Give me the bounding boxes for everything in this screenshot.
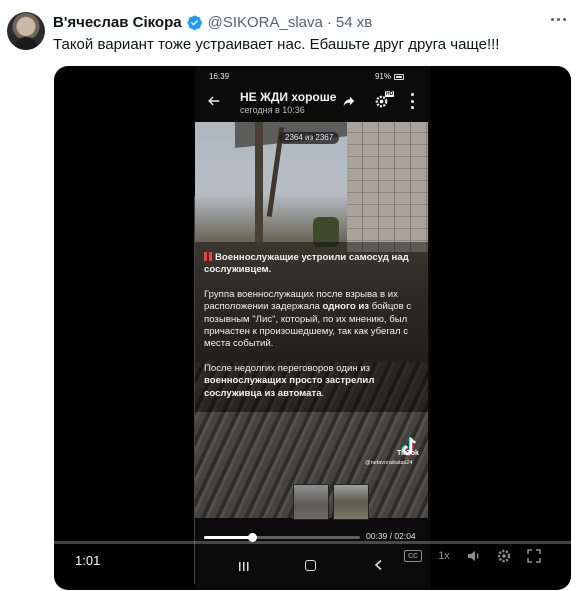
twitter-progress-bar[interactable] xyxy=(54,541,571,544)
thumbnails xyxy=(293,484,369,520)
tiktok-label: TikTok xyxy=(397,450,419,457)
status-right: 91% xyxy=(375,72,404,81)
verified-icon xyxy=(187,15,202,30)
phone-screenshot: 16:39 91% НЕ ЖДИ хороше сегодня в 10:36 xyxy=(195,66,430,590)
more-icon[interactable] xyxy=(545,8,571,30)
avatar[interactable] xyxy=(7,12,45,50)
channel-subtitle: сегодня в 10:36 xyxy=(240,105,305,115)
back-arrow-icon xyxy=(208,96,220,106)
caption-paragraph-1: Группа военнослужащих после взрыва в их … xyxy=(204,288,412,350)
channel-title: НЕ ЖДИ хороше xyxy=(240,90,337,104)
inner-progress-fill xyxy=(204,536,253,539)
video-player[interactable]: 16:39 91% НЕ ЖДИ хороше сегодня в 10:36 xyxy=(54,66,571,590)
status-time: 16:39 xyxy=(209,72,230,81)
tree xyxy=(255,122,263,242)
settings-gear-icon[interactable] xyxy=(496,548,512,564)
tweet-header: В'ячеслав Сікора @SIKORA_slava · 54 хв xyxy=(53,12,372,32)
phone-status-bar: 16:39 91% xyxy=(195,68,430,84)
battery-text: 91% xyxy=(374,72,391,81)
volume-icon[interactable] xyxy=(466,548,482,564)
duration: 02:04 xyxy=(394,531,416,541)
playback-rate-button[interactable]: 1x xyxy=(436,548,452,564)
kebab-icon xyxy=(409,93,415,109)
app-bar: НЕ ЖДИ хороше сегодня в 10:36 HD xyxy=(195,88,430,122)
share-icon xyxy=(343,96,355,107)
post-caption: Военнослужащие устроили самосуд над сосл… xyxy=(204,252,422,412)
twitter-video-time: 1:01 xyxy=(75,553,101,568)
fullscreen-icon[interactable] xyxy=(526,548,542,564)
thumbnail-image xyxy=(333,484,369,520)
tiktok-icon xyxy=(401,437,416,457)
inner-video-time: 00:39 / 02:04 xyxy=(366,531,416,541)
caption-paragraph-2: После недолгих переговоров один из военн… xyxy=(204,362,375,399)
thumbnail-image xyxy=(293,484,329,520)
battery-icon xyxy=(394,73,404,80)
current-time: 00:39 xyxy=(366,531,388,541)
captions-button[interactable]: CC xyxy=(404,550,422,562)
separator-dot: · xyxy=(326,13,332,31)
caption-title: Военнослужащие устроили самосуд над сосл… xyxy=(204,252,422,277)
author-handle[interactable]: @SIKORA_slava xyxy=(208,14,323,31)
twitter-player-controls: CC 1x xyxy=(404,548,542,564)
inner-progress-track[interactable] xyxy=(204,533,360,542)
author-name[interactable]: В'ячеслав Сікора xyxy=(53,14,182,31)
tweet-time[interactable]: 54 хв xyxy=(336,14,372,31)
hd-badge: HD xyxy=(385,91,395,97)
brick-wall xyxy=(347,122,428,252)
tweet: В'ячеслав Сікора @SIKORA_slava · 54 хв Т… xyxy=(0,0,579,591)
image-counter: 2364 из 2367 xyxy=(279,132,340,144)
tiktok-username: @netavoraikatas24 xyxy=(365,460,413,466)
tweet-text: Такой вариант тоже устраивает нас. Ебашь… xyxy=(53,36,500,53)
